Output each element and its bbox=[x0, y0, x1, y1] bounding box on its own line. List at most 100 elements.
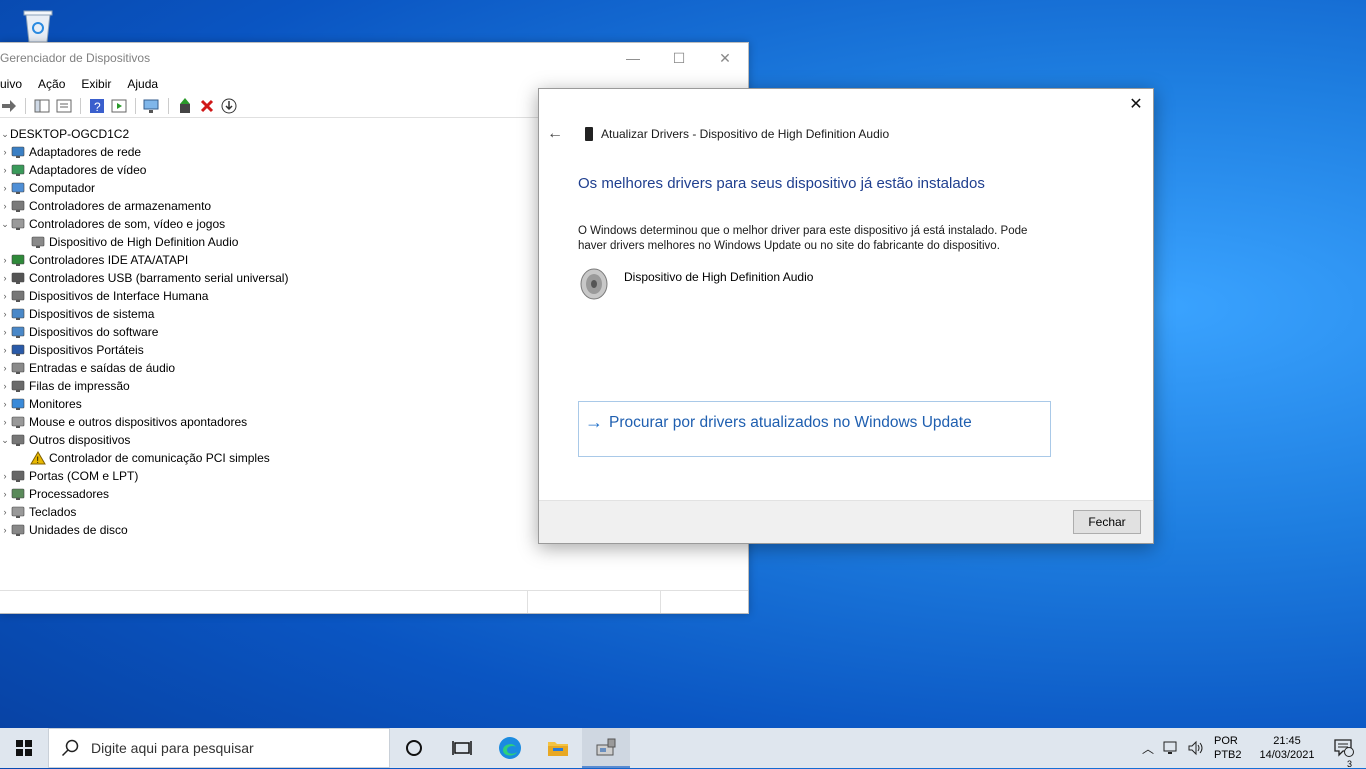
volume-icon[interactable] bbox=[1184, 740, 1208, 756]
expand-icon[interactable]: › bbox=[0, 399, 10, 409]
keyboard-layout: PTB2 bbox=[1214, 749, 1242, 761]
expand-icon[interactable]: › bbox=[0, 381, 10, 391]
file-explorer-button[interactable] bbox=[534, 728, 582, 768]
tree-root[interactable]: ⌄ DESKTOP-OGCD1C2 bbox=[0, 125, 288, 143]
close-button[interactable]: ✕ bbox=[702, 43, 748, 73]
task-view-button[interactable] bbox=[438, 728, 486, 768]
language-indicator[interactable]: POR PTB2 bbox=[1214, 734, 1252, 762]
edge-button[interactable] bbox=[486, 728, 534, 768]
tree-item-label: Monitores bbox=[29, 397, 82, 411]
tree-item[interactable]: ⌄ Controladores de som, vídeo e jogos bbox=[0, 215, 288, 233]
cortana-button[interactable] bbox=[390, 728, 438, 768]
action-pane-icon[interactable] bbox=[110, 97, 128, 115]
network-icon[interactable] bbox=[1160, 740, 1184, 756]
dialog-close-button[interactable]: ✕ bbox=[1127, 95, 1145, 113]
tree-item[interactable]: › Teclados bbox=[0, 503, 288, 521]
show-hide-tree-icon[interactable] bbox=[33, 97, 51, 115]
windows-update-link[interactable]: → Procurar por drivers atualizados no Wi… bbox=[578, 401, 1051, 457]
tree-item[interactable]: › Dispositivos de sistema bbox=[0, 305, 288, 323]
window-title: Gerenciador de Dispositivos bbox=[0, 51, 151, 65]
tree-item[interactable]: › Filas de impressão bbox=[0, 377, 288, 395]
tree-item[interactable]: › Controladores de armazenamento bbox=[0, 197, 288, 215]
software-device-icon bbox=[10, 325, 26, 339]
expand-icon[interactable]: › bbox=[0, 327, 10, 337]
maximize-button[interactable]: ☐ bbox=[656, 43, 702, 73]
expand-icon[interactable]: › bbox=[0, 291, 10, 301]
forward-icon[interactable] bbox=[0, 97, 18, 115]
display-adapter-icon bbox=[10, 163, 26, 177]
disk-drive-icon bbox=[10, 523, 26, 537]
expand-icon[interactable]: › bbox=[0, 147, 10, 157]
close-dialog-button[interactable]: Fechar bbox=[1073, 510, 1141, 534]
expand-icon[interactable]: › bbox=[0, 363, 10, 373]
menu-exibir[interactable]: Exibir bbox=[81, 77, 111, 91]
expand-icon[interactable]: › bbox=[0, 273, 10, 283]
expand-icon[interactable]: › bbox=[0, 165, 10, 175]
tree-item[interactable]: › Controladores USB (barramento serial un… bbox=[0, 269, 289, 287]
tree-item-label: Dispositivo de High Definition Audio bbox=[49, 235, 239, 249]
tree-item[interactable]: › Adaptadores de rede bbox=[0, 143, 288, 161]
expand-icon[interactable]: › bbox=[0, 471, 10, 481]
arrow-right-icon: → bbox=[585, 412, 603, 432]
clock-time: 21:45 bbox=[1273, 735, 1301, 747]
tree-item[interactable]: › Mouse e outros dispositivos apontadores bbox=[0, 413, 288, 431]
expand-icon[interactable]: › bbox=[0, 255, 10, 265]
minimize-button[interactable]: — bbox=[610, 43, 656, 73]
expand-icon[interactable]: › bbox=[0, 345, 10, 355]
clock[interactable]: 21:45 14/03/2021 bbox=[1252, 734, 1322, 762]
title-bar[interactable]: Gerenciador de Dispositivos — ☐ ✕ bbox=[0, 43, 748, 73]
properties-icon[interactable] bbox=[55, 97, 73, 115]
tree-item[interactable]: › Dispositivos Portáteis bbox=[0, 341, 288, 359]
expand-icon[interactable]: › bbox=[0, 525, 10, 535]
tree-item-label: Dispositivos do software bbox=[29, 325, 159, 339]
tree-item[interactable]: › Unidades de disco bbox=[0, 521, 288, 539]
tree-item[interactable]: › Adaptadores de vídeo bbox=[0, 161, 288, 179]
tree-item[interactable]: › Processadores bbox=[0, 485, 288, 503]
notification-center-button[interactable]: 3 bbox=[1322, 739, 1366, 769]
device-manager-taskbar-button[interactable] bbox=[582, 728, 630, 768]
download-icon[interactable] bbox=[220, 97, 238, 115]
storage-controller-icon bbox=[10, 199, 26, 213]
sound-icon bbox=[10, 217, 26, 231]
tree-item[interactable]: ⌄ Outros dispositivos bbox=[0, 431, 288, 449]
speaker-icon bbox=[30, 235, 46, 249]
system-device-icon bbox=[10, 307, 26, 321]
tree-item[interactable]: Dispositivo de High Definition Audio bbox=[0, 233, 288, 251]
chevron-up-icon[interactable]: ︿ bbox=[1136, 740, 1160, 757]
mouse-icon bbox=[10, 415, 26, 429]
usb-icon bbox=[10, 271, 26, 285]
back-arrow-icon[interactable]: ← bbox=[547, 125, 563, 143]
tree-item[interactable]: › Monitores bbox=[0, 395, 288, 413]
help-icon[interactable]: ? bbox=[88, 97, 106, 115]
menu-acao[interactable]: Ação bbox=[38, 77, 65, 91]
notification-icon bbox=[1334, 739, 1354, 757]
expand-icon[interactable]: › bbox=[0, 201, 10, 211]
expand-icon[interactable]: › bbox=[0, 309, 10, 319]
tree-item[interactable]: ! Controlador de comunicação PCI simples bbox=[0, 449, 288, 467]
tree-item[interactable]: › Entradas e saídas de áudio bbox=[0, 359, 288, 377]
expand-icon[interactable]: › bbox=[0, 183, 10, 193]
expand-icon[interactable]: › bbox=[0, 507, 10, 517]
menu-ajuda[interactable]: Ajuda bbox=[127, 77, 158, 91]
dialog-title: Atualizar Drivers - Dispositivo de High … bbox=[601, 127, 890, 141]
tree-item[interactable]: › Dispositivos do software bbox=[0, 323, 288, 341]
tree-item[interactable]: › Computador bbox=[0, 179, 288, 197]
task-view-icon bbox=[452, 741, 472, 755]
expand-icon[interactable]: › bbox=[0, 417, 10, 427]
expand-icon[interactable]: › bbox=[0, 489, 10, 499]
start-button[interactable] bbox=[0, 728, 48, 768]
collapse-icon[interactable]: ⌄ bbox=[0, 435, 10, 446]
update-driver-icon[interactable] bbox=[176, 97, 194, 115]
uninstall-icon[interactable] bbox=[198, 97, 216, 115]
scan-hardware-icon[interactable] bbox=[143, 97, 161, 115]
tree-item[interactable]: › Dispositivos de Interface Humana bbox=[0, 287, 288, 305]
recycle-bin-icon[interactable] bbox=[18, 8, 58, 44]
tree-item[interactable]: › Controladores IDE ATA/ATAPI bbox=[0, 251, 288, 269]
collapse-icon[interactable]: ⌄ bbox=[0, 129, 10, 140]
collapse-icon[interactable]: ⌄ bbox=[0, 219, 10, 230]
tree-item[interactable]: › Portas (COM e LPT) bbox=[0, 467, 288, 485]
menu-arquivo[interactable]: uivo bbox=[0, 77, 22, 91]
windows-logo-icon bbox=[16, 740, 32, 756]
clock-date: 14/03/2021 bbox=[1259, 749, 1315, 761]
search-box[interactable]: Digite aqui para pesquisar bbox=[48, 728, 390, 768]
